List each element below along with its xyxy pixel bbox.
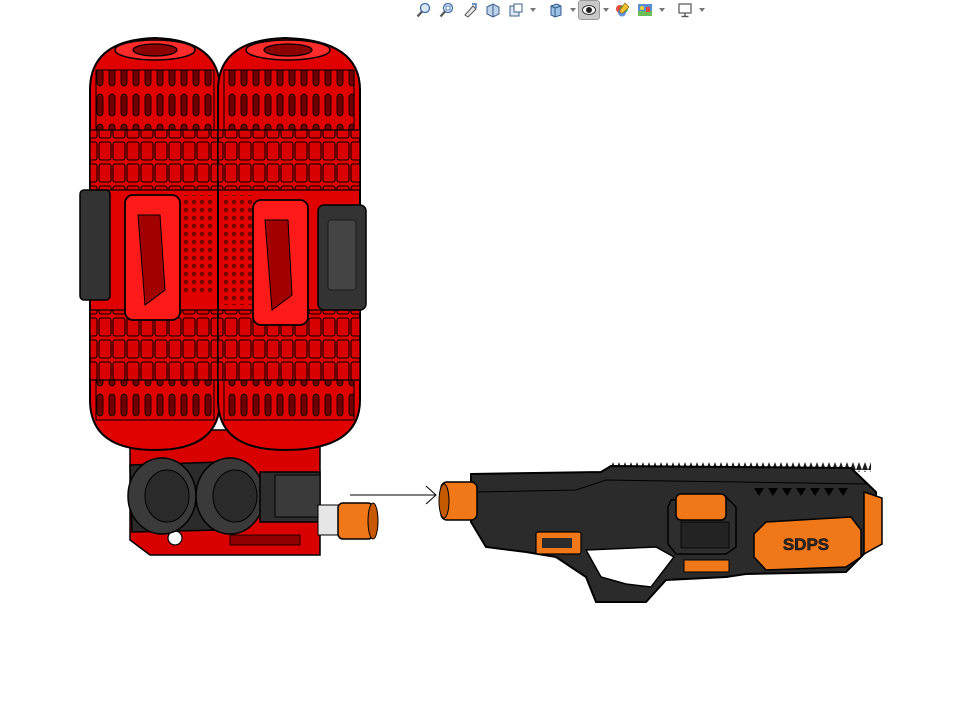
blaster-body-model[interactable]: SDPS — [436, 462, 886, 610]
left-tank — [79, 36, 221, 452]
emboss-text: SDPS — [783, 535, 829, 554]
hose-fitting — [317, 502, 379, 540]
graphics-area[interactable]: SDPS — [0, 0, 959, 702]
connection-arrow — [350, 485, 437, 505]
right-tank — [217, 36, 367, 452]
twin-tank-pack-model[interactable] — [70, 30, 380, 560]
